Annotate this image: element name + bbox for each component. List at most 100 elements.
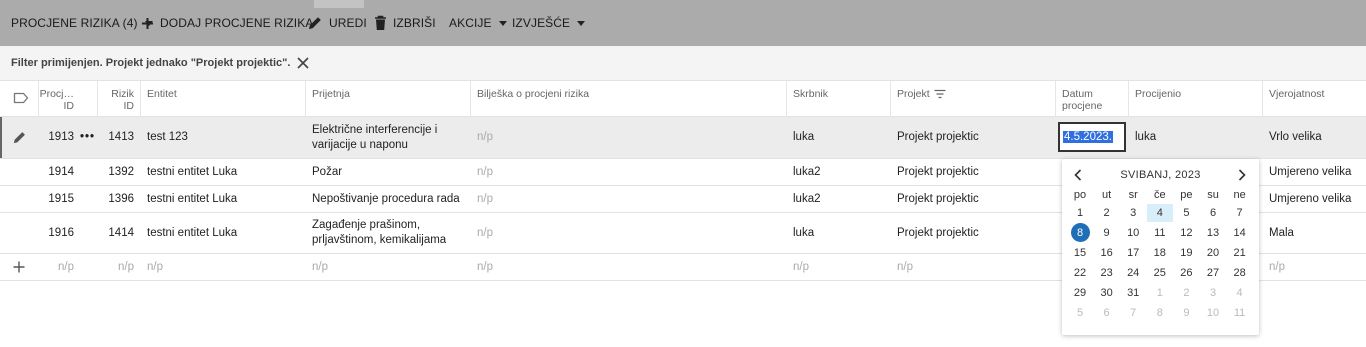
calendar-day[interactable]: 18 [1147, 244, 1173, 262]
skrbnik: luka2 [793, 192, 821, 205]
calendar-day[interactable]: 1 [1147, 284, 1173, 302]
calendar-day[interactable]: 15 [1067, 244, 1093, 262]
calendar-day[interactable]: 25 [1147, 264, 1173, 282]
calendar-day[interactable]: 9 [1173, 304, 1199, 322]
month-title[interactable]: SVIBANJ, 2023 [1062, 169, 1259, 181]
prijetnja-line: varijacije u naponu [312, 138, 408, 151]
projekt-input[interactable]: n/p [897, 254, 913, 280]
column-header-rizik-id[interactable]: Rizik ID [97, 81, 134, 117]
prijetnja-input[interactable]: n/p [312, 254, 328, 280]
projekt: Projekt projektic [897, 226, 979, 239]
calendar-day[interactable]: 21 [1227, 244, 1253, 262]
calendar-day[interactable]: 5 [1173, 204, 1199, 222]
calendar-day[interactable]: 2 [1173, 284, 1199, 302]
column-header-prijetnja[interactable]: Prijetnja [312, 81, 350, 117]
biljeska: n/p [477, 226, 493, 239]
delete-button[interactable]: IZBRIŠI [374, 0, 436, 46]
calendar-day[interactable]: 11 [1147, 224, 1173, 242]
calendar-day[interactable]: 11 [1227, 304, 1253, 322]
column-header-datum[interactable]: Datum procjene [1062, 81, 1102, 117]
entitet: testni entitet Luka [147, 192, 238, 205]
calendar-day[interactable]: 23 [1094, 264, 1120, 282]
skrbnik: luka [793, 226, 815, 239]
edit-row-button[interactable] [12, 117, 27, 158]
next-month-button[interactable] [1238, 169, 1246, 184]
calendar-day[interactable]: 24 [1120, 264, 1146, 282]
calendar-day[interactable]: 29 [1067, 284, 1093, 302]
calendar-day[interactable]: 12 [1173, 224, 1199, 242]
rizik-id: 1414 [108, 226, 134, 239]
weekday-label: pe [1180, 189, 1193, 201]
procjena-id: 1915 [48, 192, 74, 205]
calendar-day[interactable]: 8 [1147, 304, 1173, 322]
entitet-input[interactable]: n/p [147, 254, 163, 280]
plus-icon [13, 261, 25, 273]
calendar-day[interactable]: 10 [1120, 224, 1146, 242]
calendar-day[interactable]: 3 [1200, 284, 1226, 302]
weekday-label: sr [1128, 189, 1138, 201]
calendar-day[interactable]: 13 [1200, 224, 1226, 242]
calendar-day[interactable]: 7 [1120, 304, 1146, 322]
calendar-day[interactable]: 6 [1200, 204, 1226, 222]
prijetnja-line: prljavštinom, kemikalijama [312, 234, 447, 246]
biljeska: n/p [477, 165, 493, 178]
calendar-day[interactable]: 5 [1067, 304, 1093, 322]
calendar-day[interactable]: 17 [1120, 244, 1146, 262]
report-menu[interactable]: IZVJEŠĆE [512, 0, 586, 46]
column-header-projekt[interactable]: Projekt [897, 81, 946, 117]
prijetnja-line: Zagađenje prašinom, [312, 219, 421, 231]
filter-icon[interactable] [934, 89, 946, 99]
plus-icon [142, 17, 153, 29]
weekday-label: po [1073, 189, 1087, 201]
calendar-day[interactable]: 31 [1120, 284, 1146, 302]
calendar-day[interactable]: 3 [1120, 204, 1146, 222]
calendar-day[interactable]: 14 [1227, 224, 1253, 242]
prijetnja: Požar [312, 165, 343, 178]
trash-icon [375, 15, 386, 30]
calendar-day[interactable]: 10 [1200, 304, 1226, 322]
vjerojatnost-input[interactable]: n/p [1269, 254, 1285, 280]
calendar-day[interactable]: 30 [1094, 284, 1120, 302]
edit-button[interactable]: UREDI [307, 0, 367, 46]
column-header-procjena-id[interactable]: Procj… ID [38, 81, 74, 117]
column-header-entitet[interactable]: Entitet [147, 81, 177, 117]
actions-menu[interactable]: AKCIJE [449, 0, 507, 46]
calendar-day[interactable]: 4 [1227, 284, 1253, 302]
date-input[interactable]: 4.5.2023. [1058, 122, 1126, 152]
procjena-id: 1914 [48, 165, 74, 178]
calendar-day[interactable]: 22 [1067, 264, 1093, 282]
calendar-day[interactable]: 1 [1067, 204, 1093, 222]
column-header-procijenio[interactable]: Procijenio [1135, 81, 1181, 117]
skrbnik-input[interactable]: n/p [793, 254, 809, 280]
table-row[interactable]: 1913 ••• 1413 test 123 Električne interf… [0, 117, 1366, 159]
add-risk-assessment-button[interactable]: DODAJ PROCJENE RIZIKA [141, 0, 313, 46]
calendar-day[interactable]: 6 [1094, 304, 1120, 322]
procjene-rizika-menu[interactable]: PROCJENE RIZIKA (4) [11, 0, 153, 46]
more-options-button[interactable]: ••• [80, 117, 95, 158]
calendar-day[interactable]: 19 [1173, 244, 1199, 262]
column-header-vjerojatnost[interactable]: Vjerojatnost [1269, 81, 1324, 117]
biljeska-input[interactable]: n/p [477, 254, 493, 280]
date-picker: SVIBANJ, 2023 po ut sr če pe su ne 1 2 3 4 5 6 7 8 9 10… [1062, 159, 1259, 335]
projekt: Projekt projektic [897, 165, 979, 178]
calendar-day[interactable]: 26 [1173, 264, 1199, 282]
prijetnja-line: Električne interferencije i [312, 123, 438, 136]
column-header-biljeska[interactable]: Bilješka o procjeni rizika [477, 81, 589, 117]
calendar-day[interactable]: 2 [1094, 204, 1120, 222]
calendar-day[interactable]: 20 [1200, 244, 1226, 262]
calendar-day[interactable]: 28 [1227, 264, 1253, 282]
clear-filter-button[interactable] [297, 57, 309, 69]
grid-header: Procj… ID Rizik ID Entitet Prijetnja Bil… [0, 81, 1366, 117]
calendar-day[interactable]: 27 [1200, 264, 1226, 282]
procjena-id-input[interactable]: n/p [38, 254, 74, 280]
add-row-button[interactable] [13, 254, 25, 280]
calendar-day[interactable]: 8 [1067, 223, 1093, 242]
calendar-day[interactable]: 9 [1094, 224, 1120, 242]
calendar-day[interactable]: 7 [1227, 204, 1253, 222]
calendar-day[interactable]: 16 [1094, 244, 1120, 262]
weekday-label: ne [1233, 189, 1246, 201]
rizik-id-input[interactable]: n/p [97, 254, 134, 280]
column-header-skrbnik[interactable]: Skrbnik [793, 81, 828, 117]
tag-icon[interactable] [13, 81, 29, 117]
calendar-day[interactable]: 4 [1146, 204, 1173, 222]
